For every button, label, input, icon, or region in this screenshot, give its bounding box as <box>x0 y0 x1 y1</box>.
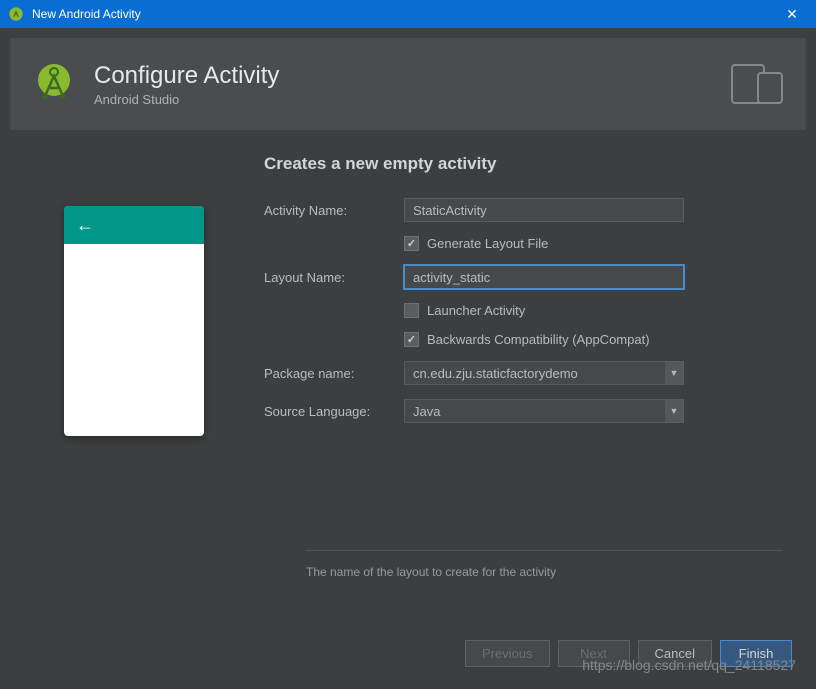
android-studio-logo-icon <box>30 60 78 108</box>
window-title: New Android Activity <box>32 7 776 21</box>
launcher-activity-label: Launcher Activity <box>427 303 525 318</box>
launcher-activity-checkbox[interactable] <box>404 303 419 318</box>
titlebar: New Android Activity ✕ <box>0 0 816 28</box>
hint-text: The name of the layout to create for the… <box>306 565 782 579</box>
source-language-label: Source Language: <box>264 404 404 419</box>
android-studio-icon <box>8 6 24 22</box>
package-name-value: cn.edu.zju.staticfactorydemo <box>413 366 578 381</box>
layout-name-label: Layout Name: <box>264 270 404 285</box>
chevron-down-icon: ▼ <box>665 400 683 422</box>
chevron-down-icon: ▼ <box>665 362 683 384</box>
devices-icon <box>730 63 786 105</box>
phone-preview-appbar: ← <box>64 206 204 244</box>
dialog-header: Configure Activity Android Studio <box>10 38 806 130</box>
button-bar: Previous Next Cancel Finish <box>465 640 792 667</box>
layout-name-input[interactable] <box>404 265 684 289</box>
cancel-button[interactable]: Cancel <box>638 640 712 667</box>
previous-button[interactable]: Previous <box>465 640 550 667</box>
generate-layout-label: Generate Layout File <box>427 236 548 251</box>
backwards-compat-label: Backwards Compatibility (AppCompat) <box>427 332 650 347</box>
preview-pane: ← <box>34 154 234 630</box>
phone-preview: ← <box>64 206 204 436</box>
package-name-label: Package name: <box>264 366 404 381</box>
source-language-select[interactable]: Java ▼ <box>404 399 684 423</box>
activity-name-label: Activity Name: <box>264 203 404 218</box>
generate-layout-checkbox[interactable] <box>404 236 419 251</box>
hint-section: The name of the layout to create for the… <box>306 550 782 579</box>
section-title: Creates a new empty activity <box>264 154 782 174</box>
dialog-body: Configure Activity Android Studio ← Crea… <box>0 28 816 689</box>
finish-button[interactable]: Finish <box>720 640 792 667</box>
activity-name-input[interactable] <box>404 198 684 222</box>
next-button[interactable]: Next <box>558 640 630 667</box>
source-language-value: Java <box>413 404 440 419</box>
package-name-select[interactable]: cn.edu.zju.staticfactorydemo ▼ <box>404 361 684 385</box>
page-subtitle: Android Studio <box>94 92 730 107</box>
backwards-compat-checkbox[interactable] <box>404 332 419 347</box>
back-arrow-icon: ← <box>76 215 94 236</box>
page-title: Configure Activity <box>94 62 730 90</box>
close-icon[interactable]: ✕ <box>776 6 808 23</box>
